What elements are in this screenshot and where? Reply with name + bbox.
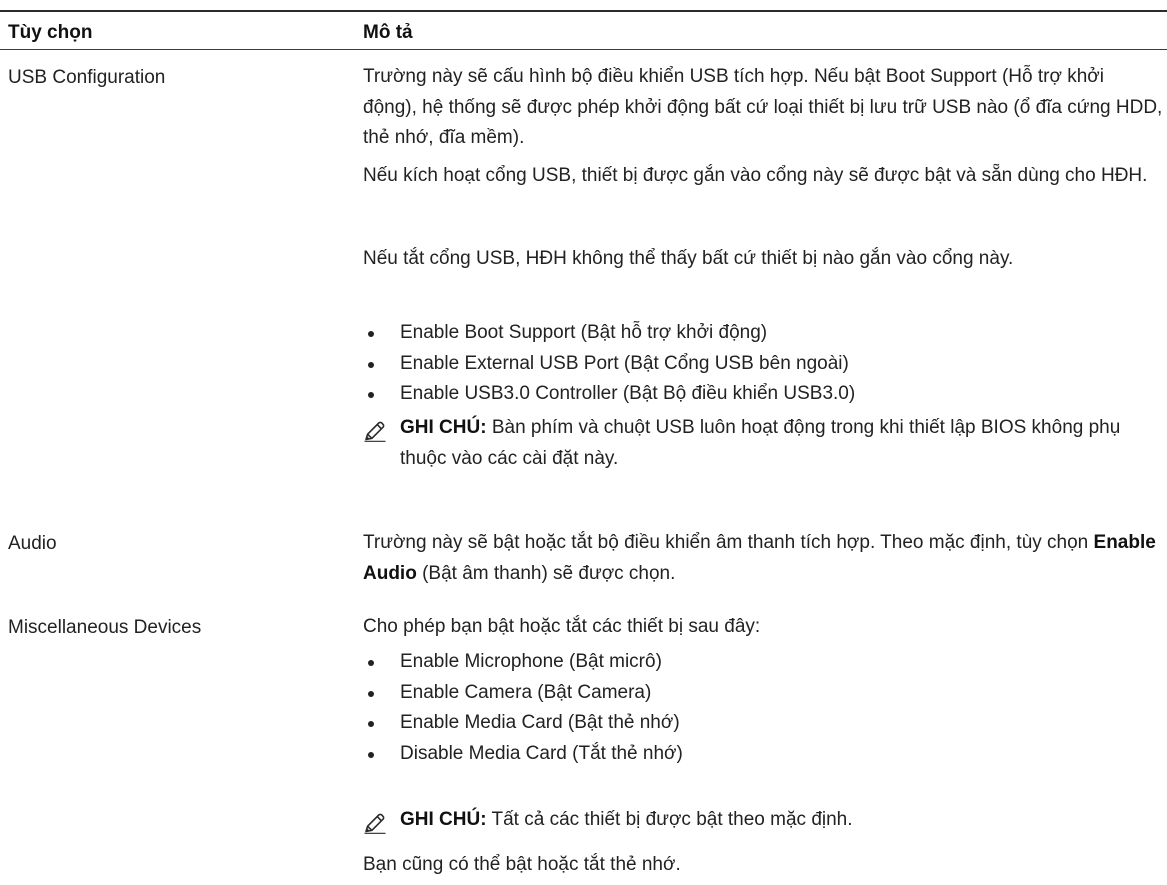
list-item: Enable External USB Port (Bật Cổng USB b… bbox=[363, 349, 1163, 380]
note-label: GHI CHÚ: bbox=[400, 809, 487, 830]
usb-description-1: Trường này sẽ cấu hình bộ điều khiển USB… bbox=[363, 66, 1163, 148]
bullet-icon bbox=[368, 721, 374, 727]
bullet-icon bbox=[368, 331, 374, 337]
list-item: Enable Boot Support (Bật hỗ trợ khởi độn… bbox=[363, 318, 1163, 349]
list-item: Enable USB3.0 Controller (Bật Bộ điều kh… bbox=[363, 379, 1163, 410]
option-audio: Audio bbox=[8, 533, 57, 554]
list-item: Enable Microphone (Bật micrô) bbox=[363, 647, 1163, 678]
bullet-icon bbox=[368, 751, 374, 758]
note-text: Tất cả các thiết bị được bật theo mặc đị… bbox=[486, 809, 853, 830]
header-divider bbox=[0, 49, 1167, 50]
bullet-icon bbox=[368, 392, 374, 398]
bullet-icon bbox=[368, 361, 374, 368]
header-description: Mô tả bbox=[363, 22, 413, 43]
table-top-rule bbox=[0, 10, 1167, 12]
usb-description-2: Nếu kích hoạt cổng USB, thiết bị được gắ… bbox=[363, 165, 1148, 186]
usb-bullet-list: Enable Boot Support (Bật hỗ trợ khởi độn… bbox=[363, 318, 1163, 410]
list-item: Enable Media Card (Bật thẻ nhớ) bbox=[363, 708, 1163, 739]
header-option: Tùy chọn bbox=[8, 22, 93, 43]
bullet-icon bbox=[368, 660, 374, 666]
option-miscellaneous-devices: Miscellaneous Devices bbox=[8, 617, 202, 638]
misc-bullet-list: Enable Microphone (Bật micrô) Enable Cam… bbox=[363, 647, 1163, 769]
note-label: GHI CHÚ: bbox=[400, 417, 487, 438]
note-text: Bàn phím và chuột USB luôn hoạt động tro… bbox=[400, 417, 1121, 469]
pencil-icon bbox=[364, 421, 386, 442]
misc-footer: Bạn cũng có thể bật hoặc tắt thẻ nhớ. bbox=[363, 854, 681, 875]
list-item: Enable Camera (Bật Camera) bbox=[363, 678, 1163, 709]
list-item: Disable Media Card (Tắt thẻ nhớ) bbox=[363, 739, 1163, 770]
audio-description: Trường này sẽ bật hoặc tắt bộ điều khiển… bbox=[363, 532, 1156, 584]
option-usb-configuration: USB Configuration bbox=[8, 67, 166, 88]
bullet-icon bbox=[368, 690, 374, 697]
misc-intro: Cho phép bạn bật hoặc tắt các thiết bị s… bbox=[363, 616, 761, 637]
usb-description-3: Nếu tắt cổng USB, HĐH không thể thấy bất… bbox=[363, 248, 1014, 269]
pencil-icon bbox=[364, 813, 386, 834]
